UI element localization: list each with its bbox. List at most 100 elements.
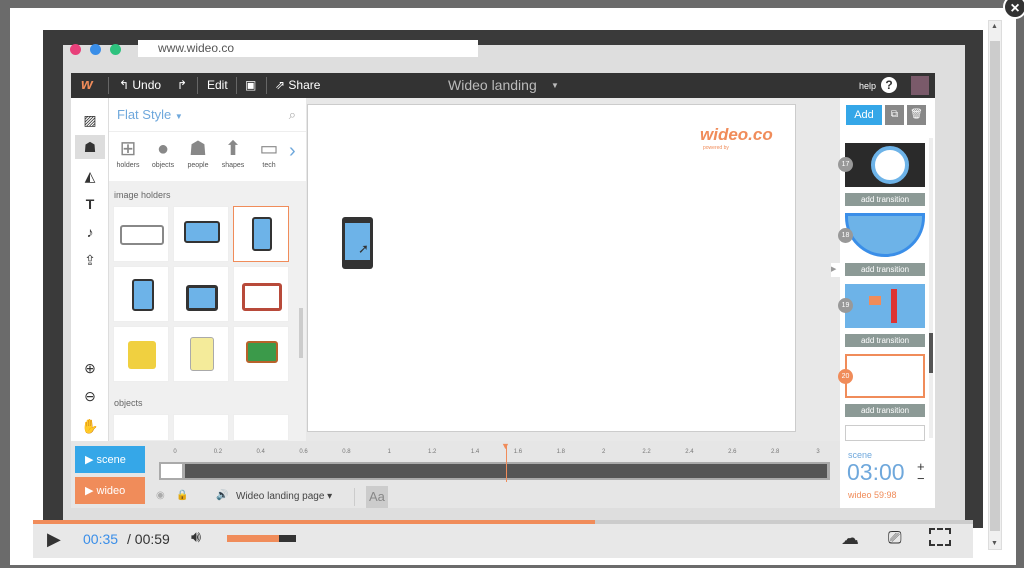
asset-tv[interactable]	[173, 266, 229, 322]
asset-laptop[interactable]	[173, 206, 229, 262]
image-icon[interactable]: ▨	[75, 108, 105, 132]
share-button[interactable]: ⇗ Share	[275, 78, 320, 92]
scene-duration: 03:00	[847, 459, 905, 485]
wideo-mode-button[interactable]: ▶ wideo	[75, 477, 145, 504]
scene-number: 17	[838, 157, 853, 172]
asset-browser-holder[interactable]	[113, 206, 169, 262]
category-bar: ⊞ holders ● objects ☗ people ⬆ shapes ▭ tech …	[109, 131, 306, 181]
play-icon[interactable]: ▶	[47, 529, 61, 550]
lock-icon[interactable]: 🔒	[176, 490, 188, 501]
text-icon[interactable]: T	[75, 192, 105, 216]
asset-object[interactable]	[233, 414, 289, 441]
timer-panel: scene 03:00 + − wideo 59:98	[840, 441, 935, 508]
scene-thumb-20[interactable]	[845, 354, 925, 398]
trash-icon[interactable]: 🗑	[907, 105, 926, 125]
undo-button[interactable]: ↰ Undo	[119, 78, 161, 92]
playhead[interactable]	[506, 444, 507, 482]
category-tech[interactable]: ▭ tech	[250, 136, 288, 169]
asset-object[interactable]	[173, 414, 229, 441]
volume-fill	[227, 535, 279, 542]
text-tool-button[interactable]: Aa	[366, 486, 388, 508]
shapes-icon[interactable]: ◭	[75, 164, 105, 188]
scenes-scrollbar[interactable]	[929, 138, 933, 438]
stage-canvas[interactable]: wideo.co powered by ➚	[307, 104, 796, 432]
progress-fill	[33, 520, 596, 524]
save-icon[interactable]: ▣	[245, 78, 256, 92]
tick-label: 3	[816, 449, 820, 455]
category-holders[interactable]: ⊞ holders	[109, 136, 147, 169]
scene-mode-button[interactable]: ▶ scene	[75, 446, 145, 473]
cast-icon[interactable]: ⎚	[888, 528, 902, 548]
current-time: 00:35	[83, 531, 119, 547]
fullscreen-icon[interactable]	[929, 528, 951, 546]
category-objects[interactable]: ● objects	[144, 136, 182, 169]
asset-tablet-small[interactable]	[113, 266, 169, 322]
tick-label: 0	[173, 449, 177, 455]
add-transition-button[interactable]: add transition	[845, 263, 925, 276]
help-link[interactable]: help	[859, 81, 876, 91]
duplicate-icon[interactable]: ⧉	[885, 105, 904, 125]
scene-thumb-17[interactable]	[845, 143, 925, 187]
undo-icon: ↰	[119, 78, 133, 92]
canvas-area: wideo.co powered by ➚	[306, 98, 840, 441]
tick-label: 1	[387, 449, 391, 455]
wideo-logo-icon[interactable]: w	[81, 76, 93, 93]
edit-button[interactable]: Edit	[207, 78, 228, 92]
arrow-up-icon: ⬆	[224, 138, 242, 160]
volume-slider[interactable]	[227, 535, 296, 542]
project-title[interactable]: Wideo landing	[448, 77, 537, 93]
tick-label: 2.8	[770, 449, 780, 455]
category-people[interactable]: ☗ people	[179, 136, 217, 169]
zoom-in-icon[interactable]: ⊕	[75, 356, 105, 380]
help-icon[interactable]: ?	[881, 77, 897, 93]
chevron-right-icon[interactable]: ›	[289, 140, 296, 163]
scroll-up-icon[interactable]: ▲	[991, 23, 998, 30]
scene-thumb-18[interactable]	[845, 213, 925, 257]
window-dot-blue	[90, 44, 101, 55]
music-icon[interactable]: ♪	[75, 220, 105, 244]
volume-icon[interactable]: 🔊︎	[191, 529, 201, 547]
page-scrollbar[interactable]: ▲ ▼	[988, 20, 1002, 550]
zoom-out-icon[interactable]: ⊖	[75, 384, 105, 408]
wideo-logo-icon[interactable]: ☁	[841, 528, 859, 549]
style-selector[interactable]: Flat Style ▼ ⌕	[109, 98, 306, 131]
add-transition-button[interactable]: add transition	[845, 404, 925, 417]
divider	[354, 488, 355, 506]
person-icon: ☗	[189, 138, 207, 160]
video-progress-bar[interactable]	[33, 520, 973, 524]
asset-chalkboard[interactable]	[233, 326, 289, 382]
scene-number: 18	[838, 228, 853, 243]
asset-clipboard[interactable]	[173, 326, 229, 382]
add-transition-button[interactable]: add transition	[845, 334, 925, 347]
timeline-track[interactable]	[159, 444, 830, 482]
decrease-duration-button[interactable]: −	[917, 471, 925, 486]
category-shapes[interactable]: ⬆ shapes	[214, 136, 252, 169]
tablet-element[interactable]: ➚	[342, 217, 373, 269]
character-icon[interactable]: ☗	[75, 135, 105, 159]
eye-icon[interactable]: ◉	[156, 490, 165, 501]
search-icon[interactable]: ⌕	[289, 107, 296, 123]
scene-thumb[interactable]	[845, 425, 925, 441]
track-start	[161, 464, 182, 478]
library-scrollbar[interactable]	[299, 308, 303, 358]
sound-icon[interactable]: 🔊	[216, 490, 228, 501]
avatar[interactable]	[911, 76, 929, 95]
tick-label: 0.4	[256, 449, 265, 455]
asset-sticky-note[interactable]	[113, 326, 169, 382]
asset-tablet[interactable]	[233, 206, 289, 262]
chevron-down-icon[interactable]: ▼	[551, 81, 559, 90]
upload-icon[interactable]: ⇪	[75, 248, 105, 272]
chevron-down-icon: ▼	[174, 112, 183, 121]
asset-frame[interactable]	[233, 266, 289, 322]
divider	[266, 77, 267, 94]
expand-arrow-icon[interactable]: ▶	[831, 263, 840, 277]
redo-icon[interactable]: ↱	[177, 78, 187, 92]
scene-thumb-19[interactable]	[845, 284, 925, 328]
asset-object[interactable]	[113, 414, 169, 441]
hand-icon[interactable]: ✋	[75, 414, 105, 438]
add-transition-button[interactable]: add transition	[845, 193, 925, 206]
scrollbar-thumb[interactable]	[990, 41, 1000, 531]
layer-select[interactable]: Wideo landing page ▾	[236, 491, 332, 502]
add-scene-button[interactable]: Add	[846, 105, 882, 125]
scroll-down-icon[interactable]: ▼	[991, 540, 998, 547]
